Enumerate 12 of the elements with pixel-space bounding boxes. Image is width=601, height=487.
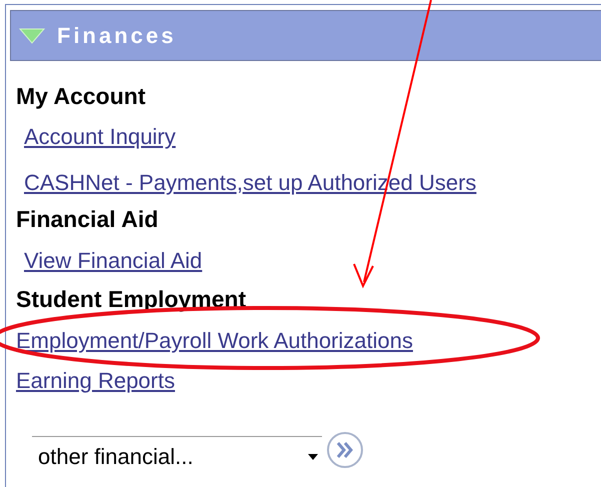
section-heading: Financial Aid — [16, 205, 160, 234]
link[interactable]: Account Inquiry — [24, 120, 176, 154]
section-heading: Student Employment — [16, 285, 248, 314]
link[interactable]: Employment/Payroll Work Authorizations — [16, 324, 413, 358]
link[interactable]: View Financial Aid — [24, 244, 202, 278]
link[interactable]: Earning Reports — [16, 364, 175, 398]
panel-title: Finances — [57, 22, 176, 50]
dropdown-arrow-icon — [308, 454, 318, 460]
section-heading: My Account — [16, 82, 146, 111]
go-button[interactable] — [326, 431, 364, 469]
collapse-triangle-icon[interactable] — [19, 28, 45, 44]
dropdown-field[interactable]: other financial... — [32, 436, 322, 476]
